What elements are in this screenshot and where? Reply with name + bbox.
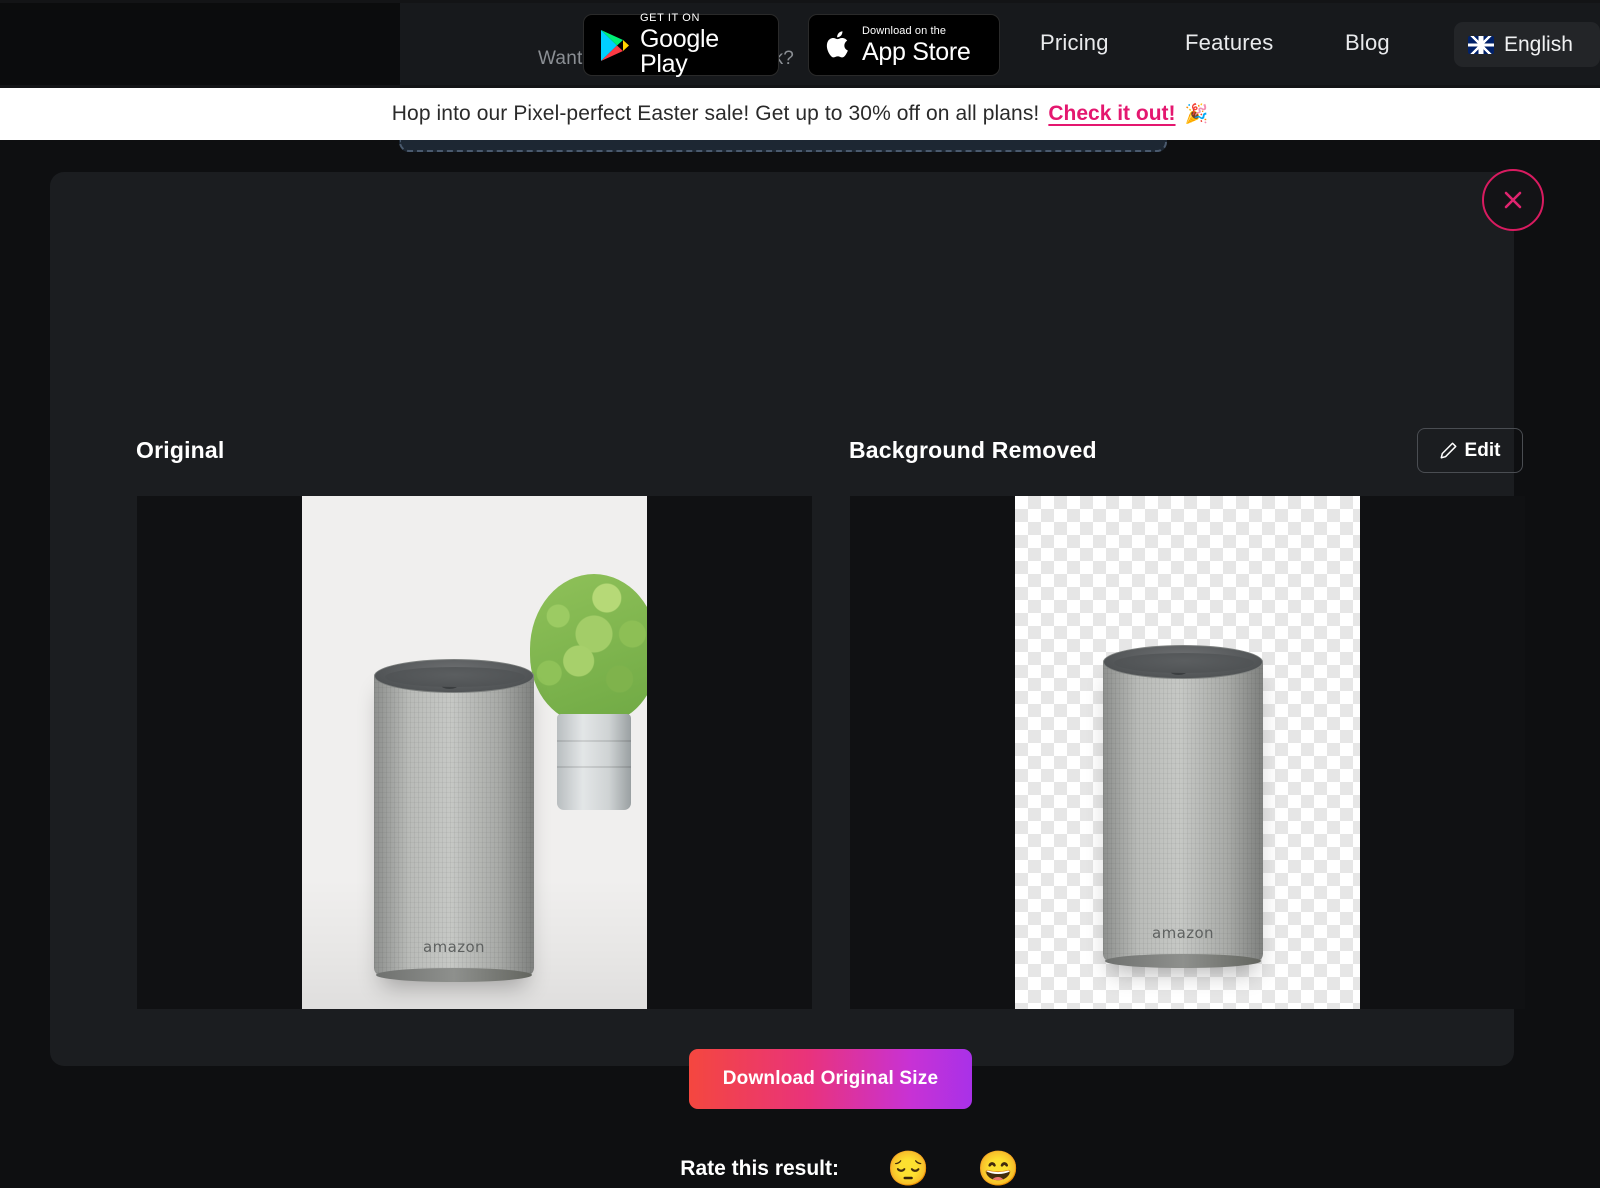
nav-link-blog[interactable]: Blog: [1345, 30, 1390, 56]
speaker-button-1-cutout: [1132, 659, 1149, 667]
speaker-button-3-cutout: [1208, 659, 1225, 667]
speaker-button-4: [441, 681, 458, 689]
uk-flag-icon: [1468, 35, 1494, 54]
nav-link-features[interactable]: Features: [1185, 30, 1273, 56]
original-image-frame: amazon: [137, 496, 812, 1009]
apple-logo-icon: [826, 31, 848, 58]
pencil-icon: [1440, 442, 1457, 459]
app-store-badge[interactable]: Download on the App Store: [808, 14, 1000, 76]
google-play-badge-label: Google Play: [640, 25, 719, 78]
removed-image-frame: amazon: [850, 496, 1525, 1009]
speaker-base: [376, 968, 532, 982]
rating-happy-button[interactable]: 😄: [977, 1152, 1019, 1186]
close-button[interactable]: [1482, 169, 1544, 231]
amazon-wordmark-cutout: amazon: [1152, 924, 1214, 942]
language-label: English: [1504, 32, 1573, 56]
speaker-top-panel-cutout: [1103, 645, 1263, 679]
amazon-wordmark: amazon: [423, 938, 485, 956]
speaker-button-2-cutout: [1166, 654, 1183, 662]
promo-banner-cta-link[interactable]: Check it out!: [1048, 102, 1175, 126]
rating-label: Rate this result:: [680, 1157, 839, 1180]
language-selector[interactable]: English: [1454, 22, 1600, 67]
original-panel-title: Original: [136, 437, 225, 463]
speaker-base-cutout: [1105, 954, 1261, 968]
edit-button[interactable]: Edit: [1417, 428, 1523, 473]
result-modal-card: Original Background Removed Edit amazon: [50, 172, 1525, 1186]
speaker-button-2: [437, 668, 454, 676]
promo-banner: Hop into our Pixel-perfect Easter sale! …: [0, 88, 1600, 140]
transparency-checkerboard: amazon: [1015, 496, 1360, 1009]
removed-panel-title: Background Removed: [849, 437, 1097, 463]
promo-banner-text: Hop into our Pixel-perfect Easter sale! …: [391, 102, 1040, 125]
speaker-body: amazon: [374, 659, 534, 982]
party-popper-icon: 🎉: [1184, 104, 1209, 125]
speaker-button-1: [403, 673, 420, 681]
speaker-body-cutout: amazon: [1103, 645, 1263, 968]
close-icon: [1504, 191, 1522, 209]
upload-dropzone[interactable]: [399, 140, 1167, 152]
app-store-badge-small: Download on the: [862, 24, 947, 37]
google-play-badge[interactable]: GET IT ON Google Play: [583, 12, 779, 78]
speaker-button-4-cutout: [1170, 667, 1187, 675]
rating-row: Rate this result: 😔 😄: [50, 1152, 1600, 1186]
speaker-button-3: [479, 673, 496, 681]
plant-foliage: [530, 574, 647, 724]
google-play-icon: [601, 29, 629, 61]
app-store-badge-label: App Store: [862, 37, 971, 66]
edit-button-label: Edit: [1464, 439, 1501, 461]
download-original-size-button[interactable]: Download Original Size: [689, 1049, 972, 1109]
plant-pot: [557, 714, 631, 810]
top-navigation-bar: Want to have some fun work? GET IT ON Go…: [0, 0, 1600, 88]
speaker-top-panel: [374, 659, 534, 693]
rating-sad-button[interactable]: 😔: [887, 1152, 929, 1186]
original-image: amazon: [302, 496, 647, 1009]
nav-link-pricing[interactable]: Pricing: [1040, 30, 1109, 56]
google-play-badge-small: GET IT ON: [640, 12, 701, 24]
